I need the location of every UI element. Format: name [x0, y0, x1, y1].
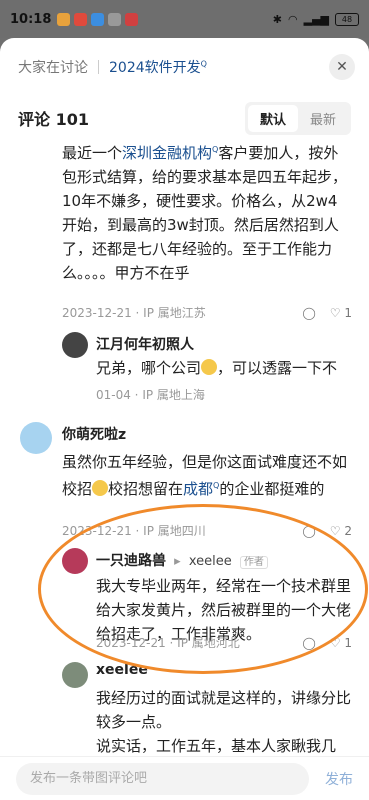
- discussion-label: 大家在讨论: [18, 60, 88, 76]
- close-icon: ✕: [336, 59, 348, 75]
- sort-latest-button[interactable]: 最新: [298, 105, 348, 132]
- topic-link[interactable]: 2024软件开发Q: [109, 57, 207, 77]
- like-icon[interactable]: ♡ 1: [330, 636, 352, 650]
- like-icon[interactable]: ♡ 2: [330, 524, 352, 538]
- status-bar: 10:18 ✱ ◠ ▂▄▆ 48: [0, 0, 369, 38]
- reply-username[interactable]: xeelee: [96, 662, 148, 678]
- comment-username[interactable]: 你萌死啦z: [62, 424, 126, 444]
- emoji-icon: [92, 480, 109, 496]
- reply-username[interactable]: 一只迪路兽: [96, 553, 166, 569]
- divider: [98, 60, 99, 74]
- comment-text: 虽然你五年经验，但是你这面试难度还不如校招 校招想留在成都Q的企业都挺难的: [62, 453, 348, 498]
- like-count: 1: [344, 305, 352, 320]
- comment-meta: 2023-12-21 · IP 属地四川 ◯ ♡ 2: [62, 523, 352, 539]
- reply-meta: 01-04 · IP 属地上海: [96, 388, 205, 402]
- reply-arrow-icon: ▸: [174, 554, 181, 569]
- comment-text: 最近一个深圳金融机构Q客户要加人，按外包形式结算，给的要求基本是四五年起步，10…: [62, 144, 348, 282]
- reply-header: 一只迪路兽 ▸ xeelee 作者: [96, 550, 268, 570]
- like-count: 1: [344, 635, 352, 650]
- sort-default-button[interactable]: 默认: [247, 104, 298, 132]
- signal-icon: ▂▄▆: [303, 12, 329, 26]
- reply-username[interactable]: 江月何年初照人: [96, 334, 194, 354]
- avatar[interactable]: [62, 332, 88, 358]
- status-time: 10:18: [10, 11, 52, 27]
- reply-icon[interactable]: ◯: [302, 306, 315, 320]
- comments-header: 评论 101 默认 最新: [0, 100, 369, 136]
- sort-toggle: 默认 最新: [244, 101, 351, 135]
- emoji-icon: [201, 359, 218, 375]
- app-notification-icon: [125, 12, 139, 26]
- battery-icon: 48: [335, 12, 359, 26]
- comment-sheet: 大家在讨论 2024软件开发Q ✕ 评论 101 默认 最新 最近一个深圳金融机…: [0, 38, 369, 800]
- comment-composer: 发布一条带图评论吧 发布: [0, 756, 369, 800]
- top-bar: 大家在讨论 2024软件开发Q ✕: [0, 38, 369, 96]
- reply-icon[interactable]: ◯: [302, 636, 315, 650]
- app-notification-icon: [91, 12, 105, 26]
- close-button[interactable]: ✕: [329, 54, 355, 80]
- like-icon[interactable]: ♡ 1: [330, 306, 352, 320]
- topic-link[interactable]: 成都Q: [183, 480, 219, 498]
- reply-text: 兄弟，哪个公司 ，可以透露一下不: [96, 359, 338, 377]
- avatar[interactable]: [62, 548, 88, 574]
- reply-icon[interactable]: ◯: [302, 524, 315, 538]
- app-notification-icon: [74, 12, 88, 26]
- bluetooth-icon: ✱: [272, 12, 282, 26]
- wifi-icon: ◠: [288, 12, 298, 26]
- topic-link[interactable]: 深圳金融机构Q: [122, 144, 218, 162]
- avatar[interactable]: [62, 662, 88, 688]
- comment-list[interactable]: 最近一个深圳金融机构Q客户要加人，按外包形式结算，给的要求基本是四五年起步，10…: [0, 136, 369, 756]
- reply-text: 我经历过的面试就是这样的，讲缘分比较多一点。 说实话，工作五年，基本人家瞅我几眼…: [96, 689, 352, 755]
- publish-button[interactable]: 发布: [325, 769, 353, 789]
- author-badge: 作者: [239, 556, 268, 569]
- comment-input[interactable]: 发布一条带图评论吧: [16, 762, 309, 795]
- comment-meta: 2023-12-21 · IP 属地江苏 ◯ ♡ 1: [62, 305, 352, 321]
- app-notification-icon: [57, 12, 71, 26]
- like-count: 2: [344, 523, 352, 538]
- app-notification-icon: [108, 12, 122, 26]
- search-mark-icon: Q: [200, 59, 207, 69]
- avatar[interactable]: [20, 422, 52, 454]
- comments-title: 评论 101: [18, 110, 89, 129]
- reply-to-user[interactable]: xeelee: [189, 554, 232, 569]
- reply-meta: 2023-12-21 · IP 属地河北 ◯ ♡ 1: [96, 635, 352, 651]
